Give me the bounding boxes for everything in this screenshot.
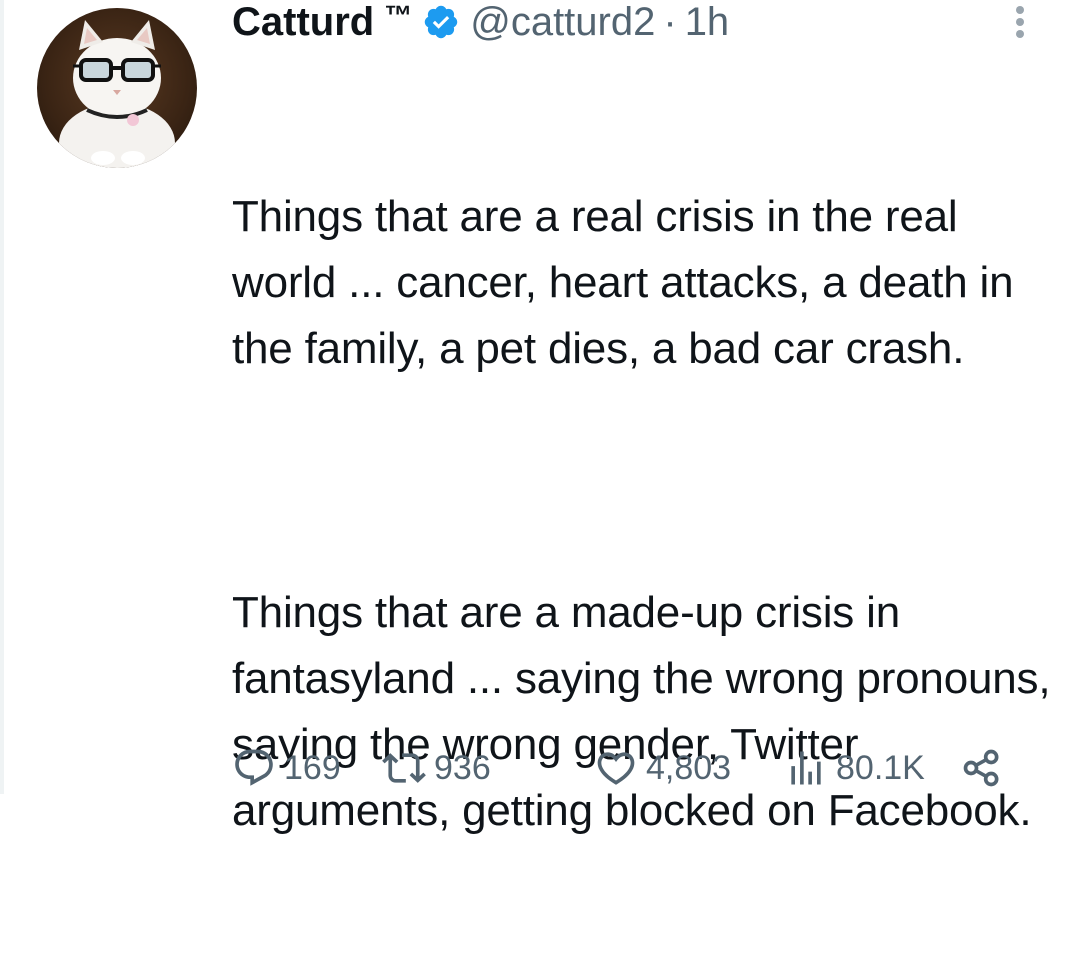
reply-count: 169 <box>284 748 341 787</box>
tweet-card[interactable]: Catturd ™ @catturd2 · 1h Things that are… <box>0 0 1080 835</box>
views-count: 80.1K <box>836 748 925 787</box>
tweet-header: Catturd ™ @catturd2 · 1h <box>232 0 729 44</box>
retweet-count: 936 <box>434 748 491 787</box>
thread-divider <box>0 0 4 794</box>
verified-badge-icon <box>422 3 460 41</box>
views-button[interactable]: 80.1K <box>784 742 925 794</box>
reply-button[interactable]: 169 <box>232 742 341 794</box>
share-button[interactable] <box>960 742 1004 794</box>
retweet-button[interactable]: 936 <box>382 742 491 794</box>
separator-dot: · <box>663 0 677 44</box>
tweet-paragraph: Things that are a real crisis in the rea… <box>232 192 1026 373</box>
avatar[interactable] <box>37 8 197 168</box>
views-bar-chart-icon <box>791 751 821 785</box>
tweet-timestamp[interactable]: 1h <box>685 0 730 44</box>
more-dots-icon[interactable] <box>1010 2 1030 42</box>
tweet-body: Things that are a real crisis in the rea… <box>232 52 1052 976</box>
tweet-action-bar: 169 936 4,803 80.1K <box>232 742 1062 794</box>
heart-icon <box>597 752 635 785</box>
share-icon <box>963 749 999 787</box>
reply-icon <box>235 749 273 786</box>
like-count: 4,803 <box>646 748 732 787</box>
trademark-symbol: ™ <box>384 0 413 31</box>
retweet-icon <box>382 753 426 783</box>
tweet-paragraph: Things that are a made-up crisis in fant… <box>232 588 1063 835</box>
author-display-name[interactable]: Catturd <box>232 0 374 44</box>
author-handle[interactable]: @catturd2 <box>470 0 655 44</box>
cat-avatar-image <box>59 20 175 168</box>
like-button[interactable]: 4,803 <box>594 742 731 794</box>
